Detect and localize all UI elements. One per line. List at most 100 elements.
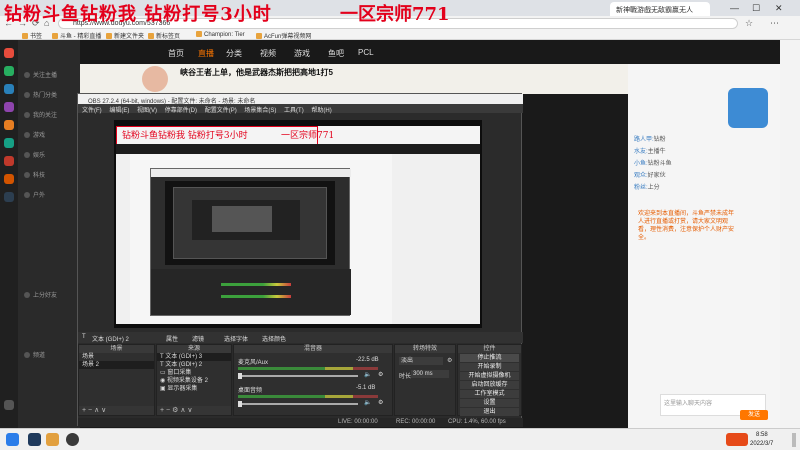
remove-icon[interactable]: − [88, 407, 92, 414]
source-item[interactable]: ◉ 视频采集设备 2 [157, 377, 231, 385]
send-button[interactable]: 发送 [740, 410, 768, 420]
menu-view[interactable]: 视图(V) [137, 108, 157, 114]
source-item[interactable]: T 文本 (GDI+) 2 [157, 361, 231, 369]
clock-date[interactable]: 2022/3/7 [750, 441, 773, 447]
event-badge-icon[interactable] [728, 88, 768, 128]
gear-icon[interactable]: ⚙ [378, 371, 383, 378]
transition-select[interactable]: 淡出 [399, 357, 443, 365]
source-item[interactable]: ▭ 窗口采集 [157, 369, 231, 377]
bookmark-item[interactable]: 斗鱼 - 精彩直播 [52, 31, 101, 40]
extensions-icon[interactable]: ☆ [745, 18, 753, 29]
source-item[interactable]: ▣ 显示器采集 [157, 385, 231, 393]
select-font-button[interactable]: 选择字体 [224, 334, 248, 343]
refresh-icon[interactable]: ⟳ [32, 18, 40, 29]
menu-edit[interactable]: 编辑(E) [109, 108, 129, 114]
duration-input[interactable]: 300 ms [411, 370, 449, 378]
sidebar-item[interactable]: 科技 [24, 170, 45, 179]
down-icon[interactable]: ∨ [187, 407, 192, 414]
bookmark-item[interactable]: 新标签页 [148, 31, 180, 40]
app-icon[interactable] [4, 48, 14, 58]
speaker-icon[interactable]: 🔈 [364, 371, 371, 378]
sidebar-item[interactable]: 频道 [24, 350, 45, 359]
sidebar-item[interactable]: 我的关注 [24, 110, 57, 119]
sidebar-item[interactable]: 娱乐 [24, 150, 45, 159]
bookmark-item[interactable]: Champion: Tier [196, 31, 245, 38]
nav-category[interactable]: 分类 [226, 48, 242, 59]
remove-icon[interactable]: − [166, 407, 170, 414]
menu-icon[interactable]: ⋯ [770, 18, 779, 29]
studio-mode-button[interactable]: 工作室模式 [460, 390, 519, 398]
folder-icon[interactable] [46, 433, 59, 446]
menu-profile[interactable]: 配置文件(P) [205, 108, 237, 114]
app-icon[interactable] [4, 84, 14, 94]
add-icon[interactable] [4, 400, 14, 410]
bookmark-item[interactable]: AcFun弹幕视频网 [256, 31, 311, 40]
select-color-button[interactable]: 选择颜色 [262, 334, 286, 343]
menu-scene-collection[interactable]: 场景集合(S) [244, 108, 276, 114]
nav-home[interactable]: 首页 [168, 48, 184, 59]
sidebar-item[interactable]: 关注主播 [24, 70, 57, 79]
app-icon[interactable] [4, 102, 14, 112]
settings-button[interactable]: 设置 [460, 399, 519, 407]
add-icon[interactable]: + [160, 407, 164, 414]
up-icon[interactable]: ∧ [94, 407, 99, 414]
stop-streaming-button[interactable]: 停止推流 [460, 354, 519, 362]
nav-game[interactable]: 游戏 [294, 48, 310, 59]
browser-tab[interactable]: 新神戰游戲无敌霸赢无人 [610, 2, 710, 16]
start-recording-button[interactable]: 开始录制 [460, 363, 519, 371]
minimize-icon[interactable]: — [730, 3, 739, 13]
app-icon[interactable] [4, 66, 14, 76]
volume-slider[interactable] [238, 373, 358, 379]
back-icon[interactable]: ← [4, 18, 13, 28]
show-desktop-button[interactable] [792, 433, 796, 447]
obs-preview[interactable]: 钻粉斗鱼钻粉我 钻粉打号3小时 一区宗师771 [114, 120, 482, 328]
app-icon[interactable] [4, 192, 14, 202]
bookmark-item[interactable]: 新建文件夹 [106, 31, 144, 40]
scene-item[interactable]: 场景 [79, 353, 154, 361]
sidebar-item[interactable]: 户外 [24, 190, 45, 199]
home-icon[interactable]: ⌂ [44, 18, 49, 28]
sidebar-item[interactable]: 游戏 [24, 130, 45, 139]
app-icon[interactable] [4, 156, 14, 166]
forward-icon[interactable]: → [18, 18, 27, 28]
speaker-icon[interactable]: 🔈 [364, 399, 371, 406]
start-icon[interactable] [6, 433, 19, 446]
app-icon[interactable] [4, 174, 14, 184]
bookmark-item[interactable]: 书签 [22, 31, 42, 40]
filters-button[interactable]: 滤镜 [192, 334, 204, 343]
down-icon[interactable]: ∨ [101, 407, 106, 414]
source-item[interactable]: T 文本 (GDI+) 3 [157, 353, 231, 361]
replay-buffer-button[interactable]: 启动回放缓存 [460, 381, 519, 389]
app-icon[interactable] [4, 120, 14, 130]
nav-yuba[interactable]: 鱼吧 [328, 48, 344, 59]
scene-item[interactable]: 场景 2 [79, 361, 154, 369]
menu-tools[interactable]: 工具(T) [284, 108, 304, 114]
gear-icon[interactable]: ⚙ [172, 407, 178, 414]
gear-icon[interactable]: ⚙ [378, 399, 383, 406]
sidebar-item[interactable]: 热门分类 [24, 90, 57, 99]
maximize-icon[interactable]: ☐ [752, 3, 760, 14]
add-icon[interactable]: + [82, 407, 86, 414]
volume-knob[interactable] [238, 401, 242, 407]
properties-button[interactable]: 属性 [166, 334, 178, 343]
menu-help[interactable]: 帮助(H) [311, 108, 331, 114]
obs-title-bar[interactable]: OBS 27.2.4 (64-bit, windows) - 配置文件: 未命名… [78, 94, 523, 105]
clock-time[interactable]: 8:58 [756, 432, 768, 438]
gear-icon[interactable]: ⚙ [447, 357, 452, 364]
streamer-avatar[interactable] [142, 66, 168, 92]
volume-knob[interactable] [238, 373, 242, 379]
app-icon[interactable] [4, 138, 14, 148]
obs-icon[interactable] [66, 433, 79, 446]
start-virtual-camera-button[interactable]: 开始虚拟摄像机 [460, 372, 519, 380]
nav-video[interactable]: 视频 [260, 48, 276, 59]
menu-file[interactable]: 文件(F) [82, 108, 102, 114]
search-icon[interactable] [28, 433, 41, 446]
menu-docks[interactable]: 停靠部件(D) [165, 108, 197, 114]
input-method-icon[interactable] [726, 433, 748, 446]
up-icon[interactable]: ∧ [180, 407, 185, 414]
close-icon[interactable]: ✕ [775, 3, 783, 14]
nav-live[interactable]: 直播 [198, 48, 214, 59]
volume-slider[interactable] [238, 401, 358, 407]
sidebar-item[interactable]: 上分好友 [24, 290, 57, 299]
nav-pcl[interactable]: PCL [358, 48, 374, 57]
